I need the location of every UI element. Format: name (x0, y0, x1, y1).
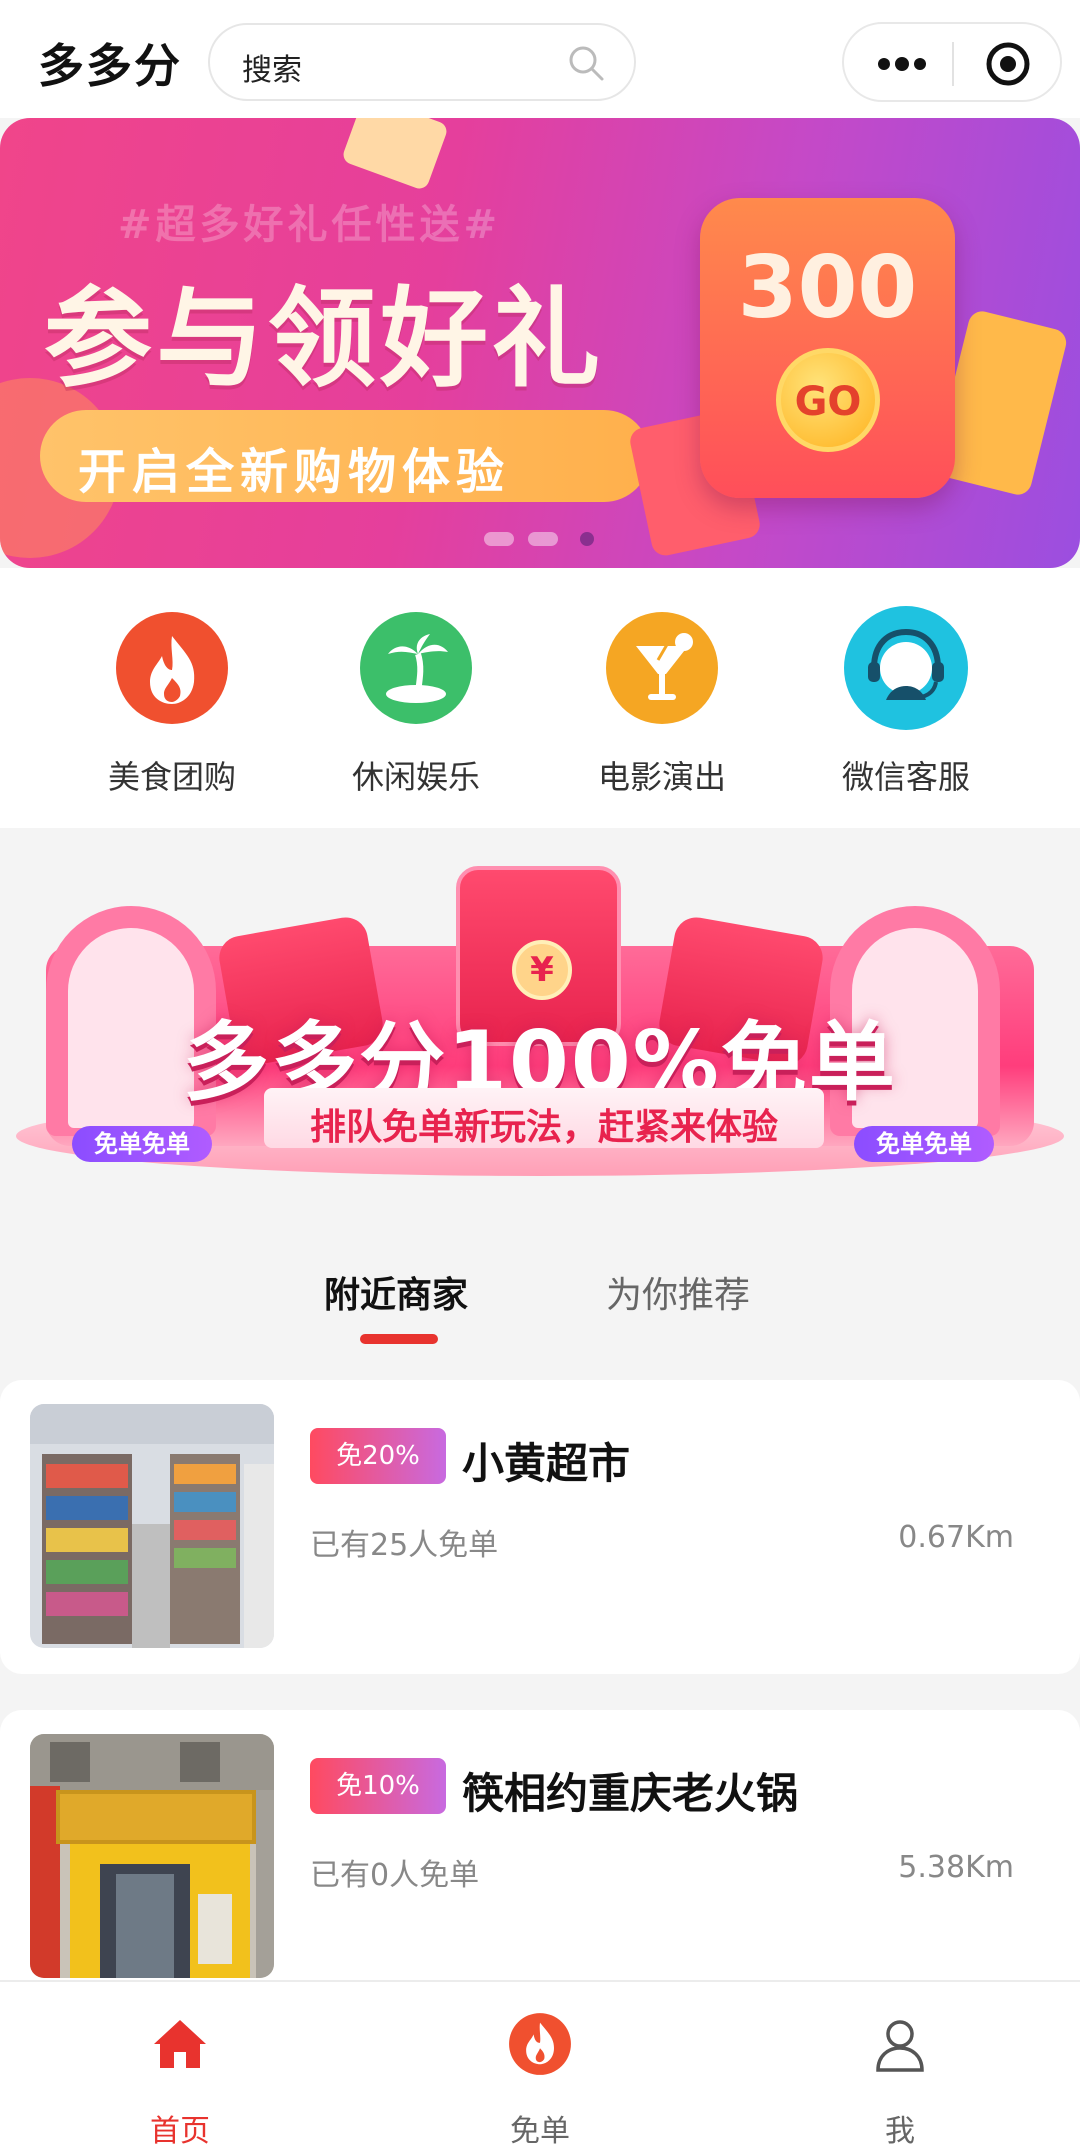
hero-subline: 开启全新购物体验 (78, 444, 511, 500)
free-order-promo-banner[interactable]: ¥ 多多分100%免单 排队免单新玩法，赶紧来体验 免单免单 免单免单 (16, 866, 1064, 1206)
hero-go-button[interactable]: GO (776, 348, 880, 452)
more-icon[interactable] (876, 52, 928, 76)
discount-badge: 免10% (310, 1758, 446, 1814)
store-card[interactable]: 免10% 筷相约重庆老火锅 已有0人免单 5.38Km (0, 1710, 1080, 2004)
hero-coupon-card: 300 GO (700, 198, 955, 498)
tabbar-me[interactable]: 我 (780, 1982, 1020, 2151)
palm-tree-icon (360, 612, 472, 724)
tab-nearby-merchants[interactable]: 附近商家 (324, 1266, 468, 1318)
hero-subline-pill: 开启全新购物体验 (40, 410, 650, 502)
discount-badge: 免20% (310, 1428, 446, 1484)
fire-icon (116, 612, 228, 724)
cocktail-icon (606, 612, 718, 724)
free-order-count: 已有25人免单 (310, 1528, 499, 1563)
tabbar-label: 首页 (150, 2114, 210, 2149)
category-label: 微信客服 (841, 758, 970, 796)
hero-coupon-amount: 300 (737, 238, 918, 338)
user-icon (876, 2020, 924, 2072)
category-grid: 美食团购 休闲娱乐 电影演出 微信客服 (0, 568, 1080, 828)
promo-subtitle: 排队免单新玩法，赶紧来体验 (309, 1107, 778, 1148)
hero-headline: 参与领好礼 (44, 277, 605, 402)
promo-badge-left: 免单免单 (72, 1126, 212, 1162)
hero-go-label: GO (794, 379, 862, 425)
tabbar-label: 免单 (510, 2114, 570, 2149)
store-name: 小黄超市 (462, 1439, 631, 1488)
search-icon[interactable] (566, 43, 606, 83)
promo-subtitle-band: 排队免单新玩法，赶紧来体验 (264, 1088, 824, 1148)
store-distance: 5.38Km (898, 1850, 1014, 1885)
bottom-tab-bar: 首页 免单 我 (0, 1980, 1080, 2151)
category-wechat-service[interactable]: 微信客服 (806, 606, 1006, 812)
hero-decoration (340, 118, 450, 192)
miniprogram-capsule (842, 22, 1062, 102)
store-photo (30, 1734, 274, 1978)
carousel-dot[interactable] (484, 532, 514, 546)
carousel-dot-active[interactable] (580, 532, 594, 546)
tabbar-free-order[interactable]: 免单 (420, 1982, 660, 2151)
active-tab-indicator (360, 1334, 438, 1344)
yuan-coin-icon: ¥ (512, 940, 572, 1000)
category-food-groupbuy[interactable]: 美食团购 (72, 612, 272, 812)
headset-icon (844, 606, 968, 730)
capsule-divider (952, 42, 954, 86)
carousel-dot[interactable] (528, 532, 558, 546)
category-leisure[interactable]: 休闲娱乐 (316, 612, 516, 812)
app-title: 多多分 (38, 39, 182, 93)
tab-recommended[interactable]: 为你推荐 (606, 1266, 750, 1318)
category-movies-shows[interactable]: 电影演出 (562, 612, 762, 812)
merchant-tabs: 附近商家 为你推荐 (0, 1240, 1080, 1350)
store-distance: 0.67Km (898, 1520, 1014, 1555)
home-icon (154, 2020, 206, 2068)
hero-tagline: #超多好礼任性送# (118, 202, 502, 248)
category-label: 休闲娱乐 (351, 758, 480, 796)
top-bar: 多多分 搜索 (0, 0, 1080, 118)
search-input[interactable]: 搜索 (208, 23, 636, 101)
tabbar-label: 我 (885, 2114, 915, 2149)
category-label: 电影演出 (597, 758, 726, 796)
promo-badge-right: 免单免单 (854, 1126, 994, 1162)
store-name: 筷相约重庆老火锅 (462, 1769, 799, 1818)
fire-icon (509, 2013, 571, 2075)
category-label: 美食团购 (107, 758, 236, 796)
tabbar-home[interactable]: 首页 (60, 1982, 300, 2151)
search-placeholder: 搜索 (242, 53, 302, 88)
close-target-icon[interactable] (984, 40, 1032, 88)
store-card[interactable]: 免20% 小黄超市 已有25人免单 0.67Km (0, 1380, 1080, 1674)
hero-banner[interactable]: #超多好礼任性送# 参与领好礼 开启全新购物体验 300 GO (0, 118, 1080, 568)
store-photo (30, 1404, 274, 1648)
free-order-count: 已有0人免单 (310, 1858, 480, 1893)
